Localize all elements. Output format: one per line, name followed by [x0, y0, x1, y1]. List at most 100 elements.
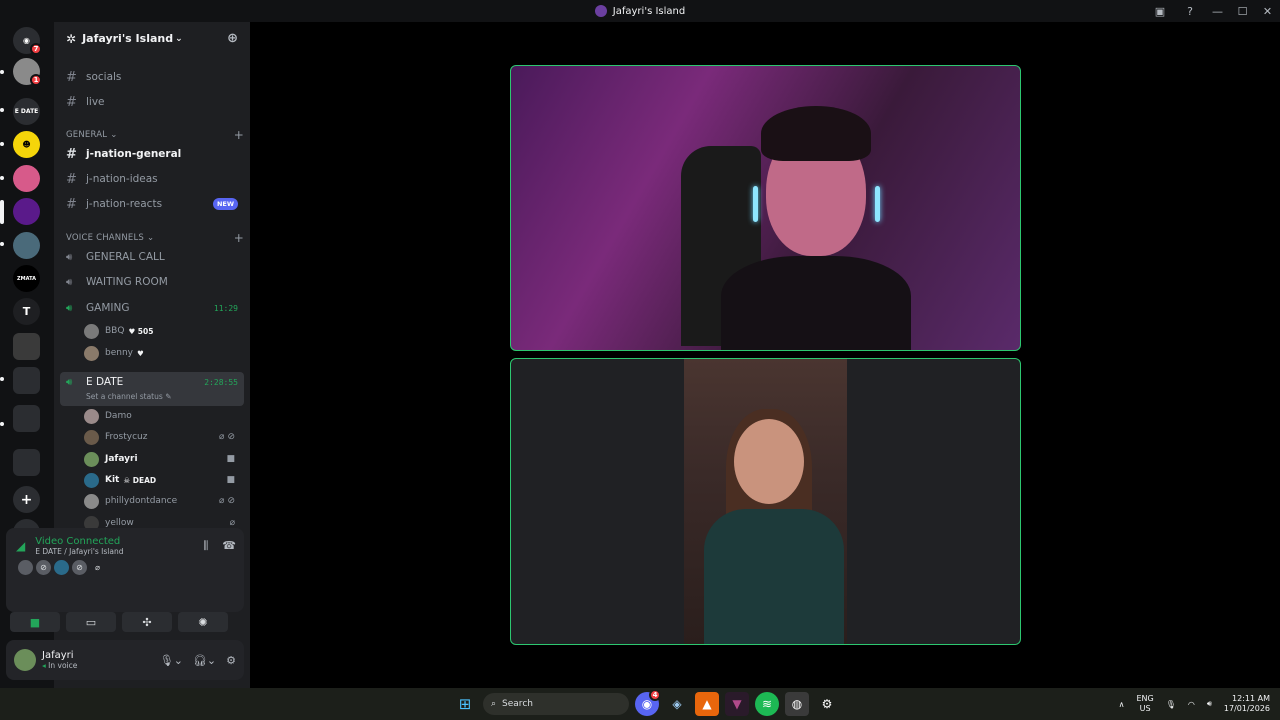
window-title: Jafayri's Island	[594, 5, 686, 17]
window-titlebar: Jafayri's Island ▣ ? — ☐ ✕	[0, 0, 1280, 22]
guild-zmata[interactable]: ZMATA	[13, 265, 40, 292]
taskbar-search[interactable]: ⌕ Search	[483, 693, 629, 715]
headphones-icon[interactable]: 🎧︎⌄	[193, 654, 216, 667]
voice-status[interactable]: Video Connected	[35, 536, 123, 547]
discord-taskbar-icon[interactable]: ◉ 4	[635, 689, 661, 716]
hash-icon: #	[66, 196, 77, 212]
tray-overflow-icon[interactable]: ∧	[1119, 700, 1125, 709]
voice-location[interactable]: E DATE / Jafayri's Island	[35, 547, 123, 556]
guild-label: E DATE	[14, 108, 39, 115]
video-tile[interactable]	[510, 358, 1021, 645]
voice-user[interactable]: benny ♥	[84, 343, 244, 363]
invite-people-icon[interactable]: ⊕	[227, 31, 238, 46]
user-panel: Jafayri ◂ In voice 🎙︎⌄ 🎧︎⌄ ⚙	[6, 640, 244, 680]
voice-user[interactable]: Damo	[84, 406, 244, 426]
camera-button[interactable]: ■	[10, 612, 60, 632]
guild-t[interactable]: T	[13, 298, 40, 325]
voice-channel-general-call[interactable]: 🔊︎ GENERAL CALL	[60, 246, 244, 268]
guild-pink[interactable]	[13, 165, 40, 192]
category-general[interactable]: GENERAL ⌄ +	[66, 128, 244, 142]
chrome-icon[interactable]: ◍	[785, 692, 809, 716]
clock[interactable]: 12:11 AM 17/01/2026	[1224, 694, 1270, 714]
participant-avatars: ⊘ ⊘ ⌀	[6, 556, 244, 575]
voice-channel-waiting-room[interactable]: 🔊︎ WAITING ROOM	[60, 271, 244, 293]
avatar	[84, 408, 99, 424]
maximize-button[interactable]: ☐	[1230, 5, 1255, 18]
unread-pill	[0, 176, 4, 180]
channel-socials[interactable]: # socials	[60, 66, 244, 88]
custom-status-text: 505	[137, 326, 154, 336]
inbox-icon[interactable]: ▣	[1145, 5, 1175, 18]
guild-edate[interactable]: E DATE	[13, 98, 40, 125]
custom-status: ☠ DEAD	[123, 475, 157, 485]
guild-yellow[interactable]: ☻	[13, 131, 40, 158]
voice-user-name: yellow	[105, 518, 134, 528]
signal-icon[interactable]: ◢	[16, 539, 25, 553]
discord-badge: 4	[649, 689, 661, 701]
microphone-icon[interactable]: 🎙︎	[1166, 700, 1176, 709]
server-settings-icon: ✲	[66, 31, 77, 46]
disconnect-icon[interactable]: ☎	[222, 539, 236, 553]
guild-jafayris-island[interactable]	[13, 198, 40, 225]
app-icon-purple[interactable]: ▼	[725, 692, 749, 716]
window-title-text: Jafayri's Island	[612, 5, 686, 17]
avatar[interactable]: ⊘	[72, 560, 87, 575]
guild-folder[interactable]	[13, 405, 40, 432]
voice-user[interactable]: phillydontdance ⌀⊘	[84, 491, 244, 511]
dm-avatar[interactable]: 1	[13, 58, 42, 86]
voice-user[interactable]: Jafayri ■	[84, 449, 244, 469]
guild-folder[interactable]	[13, 333, 40, 360]
soundboard-button[interactable]: ✺	[178, 612, 228, 632]
channel-j-nation-ideas[interactable]: # j-nation-ideas	[60, 168, 244, 190]
channel-live[interactable]: # live	[60, 91, 244, 113]
spotify-icon[interactable]: ≋	[755, 692, 779, 716]
category-voice-channels[interactable]: VOICE CHANNELS ⌄ +	[66, 231, 244, 245]
screen-share-button[interactable]: ▭	[66, 612, 116, 632]
app-icon-gear[interactable]: ⚙	[815, 692, 839, 716]
channel-j-nation-reacts[interactable]: # j-nation-reacts NEW	[60, 193, 244, 215]
add-server-icon[interactable]: +	[13, 486, 40, 513]
guild-scene[interactable]	[13, 232, 40, 259]
clock-time: 12:11 AM	[1232, 694, 1270, 703]
channel-status-prompt[interactable]: Set a channel status ✎	[60, 392, 244, 401]
close-button[interactable]: ✕	[1255, 5, 1280, 18]
voice-channel-gaming[interactable]: 🔊︎ GAMING 11:29	[60, 297, 244, 319]
discord-home-icon[interactable]: ◉ 7	[13, 27, 42, 55]
help-icon[interactable]: ?	[1175, 5, 1205, 18]
muted-icon[interactable]: ⌀	[90, 560, 105, 575]
avatar[interactable]	[14, 649, 36, 671]
server-name: Jafayri's Island	[82, 32, 174, 45]
volume-icon[interactable]: 🔊︎	[1207, 699, 1212, 709]
steam-icon[interactable]: ◈	[665, 692, 689, 716]
camera-icon: ■	[226, 475, 238, 485]
avatar[interactable]	[54, 560, 69, 575]
voice-user[interactable]: Kit ☠ DEAD ■	[84, 470, 244, 490]
video-tile[interactable]	[510, 65, 1021, 351]
wifi-icon[interactable]: ◠	[1188, 700, 1195, 709]
region-code: US	[1139, 704, 1151, 713]
video-figure	[734, 419, 804, 504]
guild-folder[interactable]	[13, 449, 40, 476]
activities-button[interactable]: ✣	[122, 612, 172, 632]
minimize-button[interactable]: —	[1205, 5, 1230, 18]
create-channel-icon[interactable]: +	[234, 128, 244, 142]
app-icon-orange[interactable]: ▲	[695, 692, 719, 716]
noise-suppression-icon[interactable]: ⫼	[203, 539, 208, 553]
microphone-icon[interactable]: 🎙︎⌄	[160, 654, 183, 667]
create-channel-icon[interactable]: +	[234, 231, 244, 245]
voice-user[interactable]: BBQ ♥ 505	[84, 321, 244, 341]
username[interactable]: Jafayri	[42, 650, 77, 661]
guild-label: ZMATA	[17, 275, 36, 282]
voice-channel-e-date[interactable]: 🔊︎ E DATE 2:28:55 Set a channel status ✎	[60, 372, 244, 406]
video-figure	[721, 256, 911, 350]
avatar[interactable]: ⊘	[36, 560, 51, 575]
voice-user-name: Damo	[105, 411, 132, 421]
server-header[interactable]: ✲ Jafayri's Island ⌄ ⊕	[54, 22, 250, 55]
channel-j-nation-general[interactable]: # j-nation-general	[60, 143, 244, 165]
guild-folder[interactable]	[13, 367, 40, 394]
avatar[interactable]	[18, 560, 33, 575]
language-indicator[interactable]: ENG US	[1136, 694, 1153, 714]
voice-user[interactable]: Frostycuz ⌀⊘	[84, 427, 244, 447]
gear-icon[interactable]: ⚙	[226, 654, 236, 667]
windows-start-icon[interactable]: ⊞	[453, 692, 477, 716]
